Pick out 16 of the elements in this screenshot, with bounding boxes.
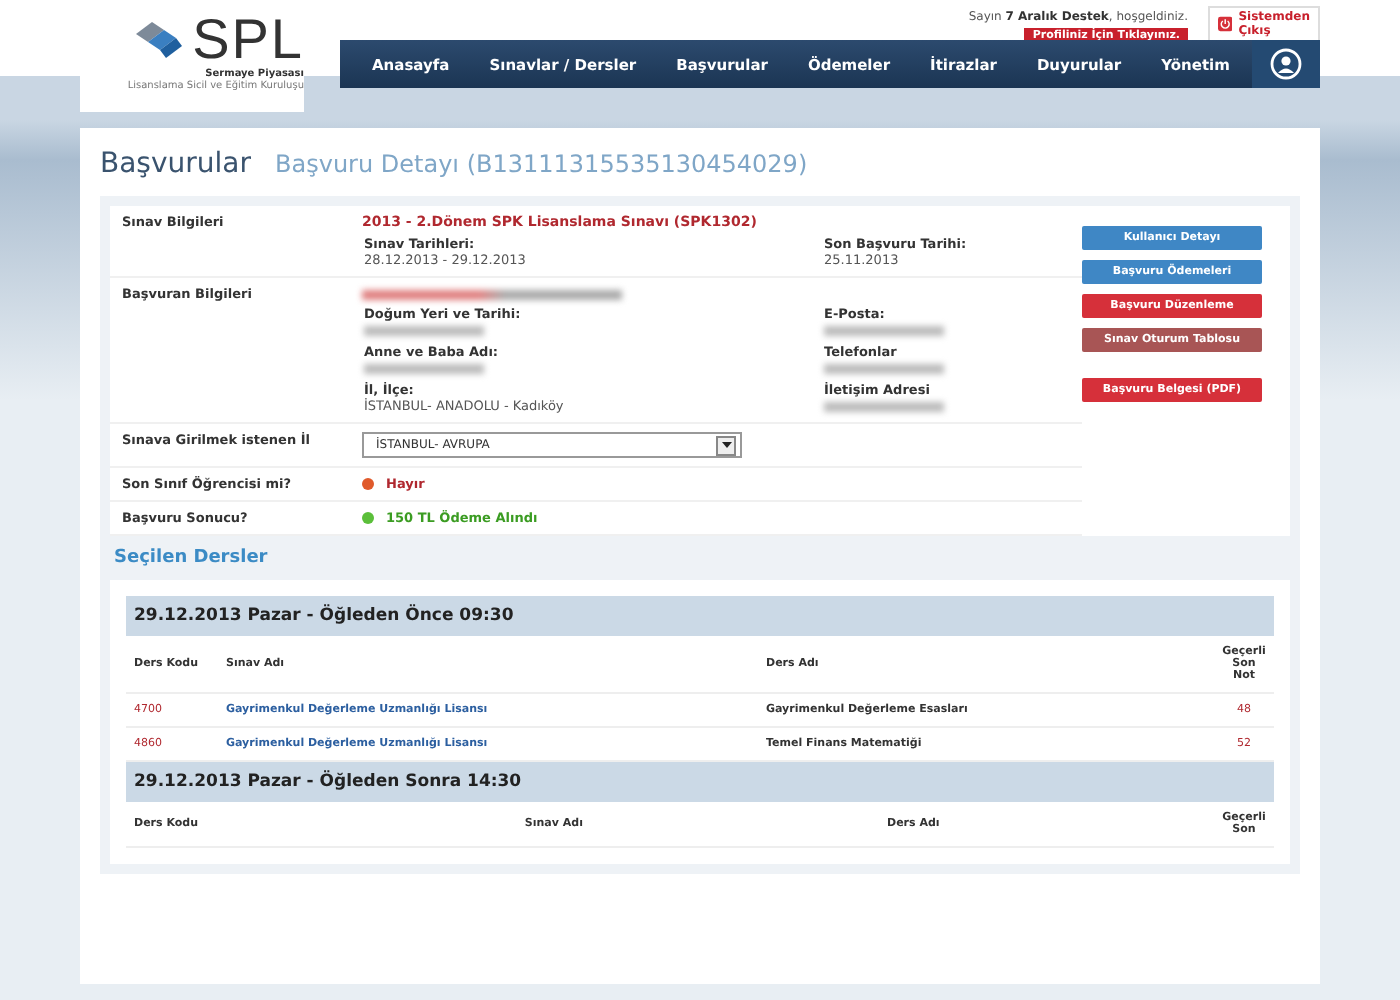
page-subtitle: Başvuru Detayı (B13111315535130454029) — [275, 150, 808, 178]
redacted-text — [364, 364, 484, 374]
redacted-text — [824, 364, 944, 374]
power-icon — [1218, 12, 1233, 36]
page-title: Başvurular — [100, 148, 251, 180]
session-heading: 29.12.2013 Pazar - Öğleden Önce 09:30 — [126, 596, 1274, 636]
profile-button[interactable] — [1252, 40, 1320, 88]
redacted-text — [824, 402, 944, 412]
logo-text: SPL — [192, 12, 304, 68]
section-title: Seçilen Dersler — [112, 546, 270, 572]
logo-icon — [132, 18, 185, 62]
redacted-text — [824, 326, 944, 336]
session-heading: 29.12.2013 Pazar - Öğleden Sonra 14:30 — [126, 762, 1274, 802]
user-icon — [1270, 48, 1302, 80]
caret-icon — [721, 442, 731, 448]
redacted-text — [364, 326, 484, 336]
